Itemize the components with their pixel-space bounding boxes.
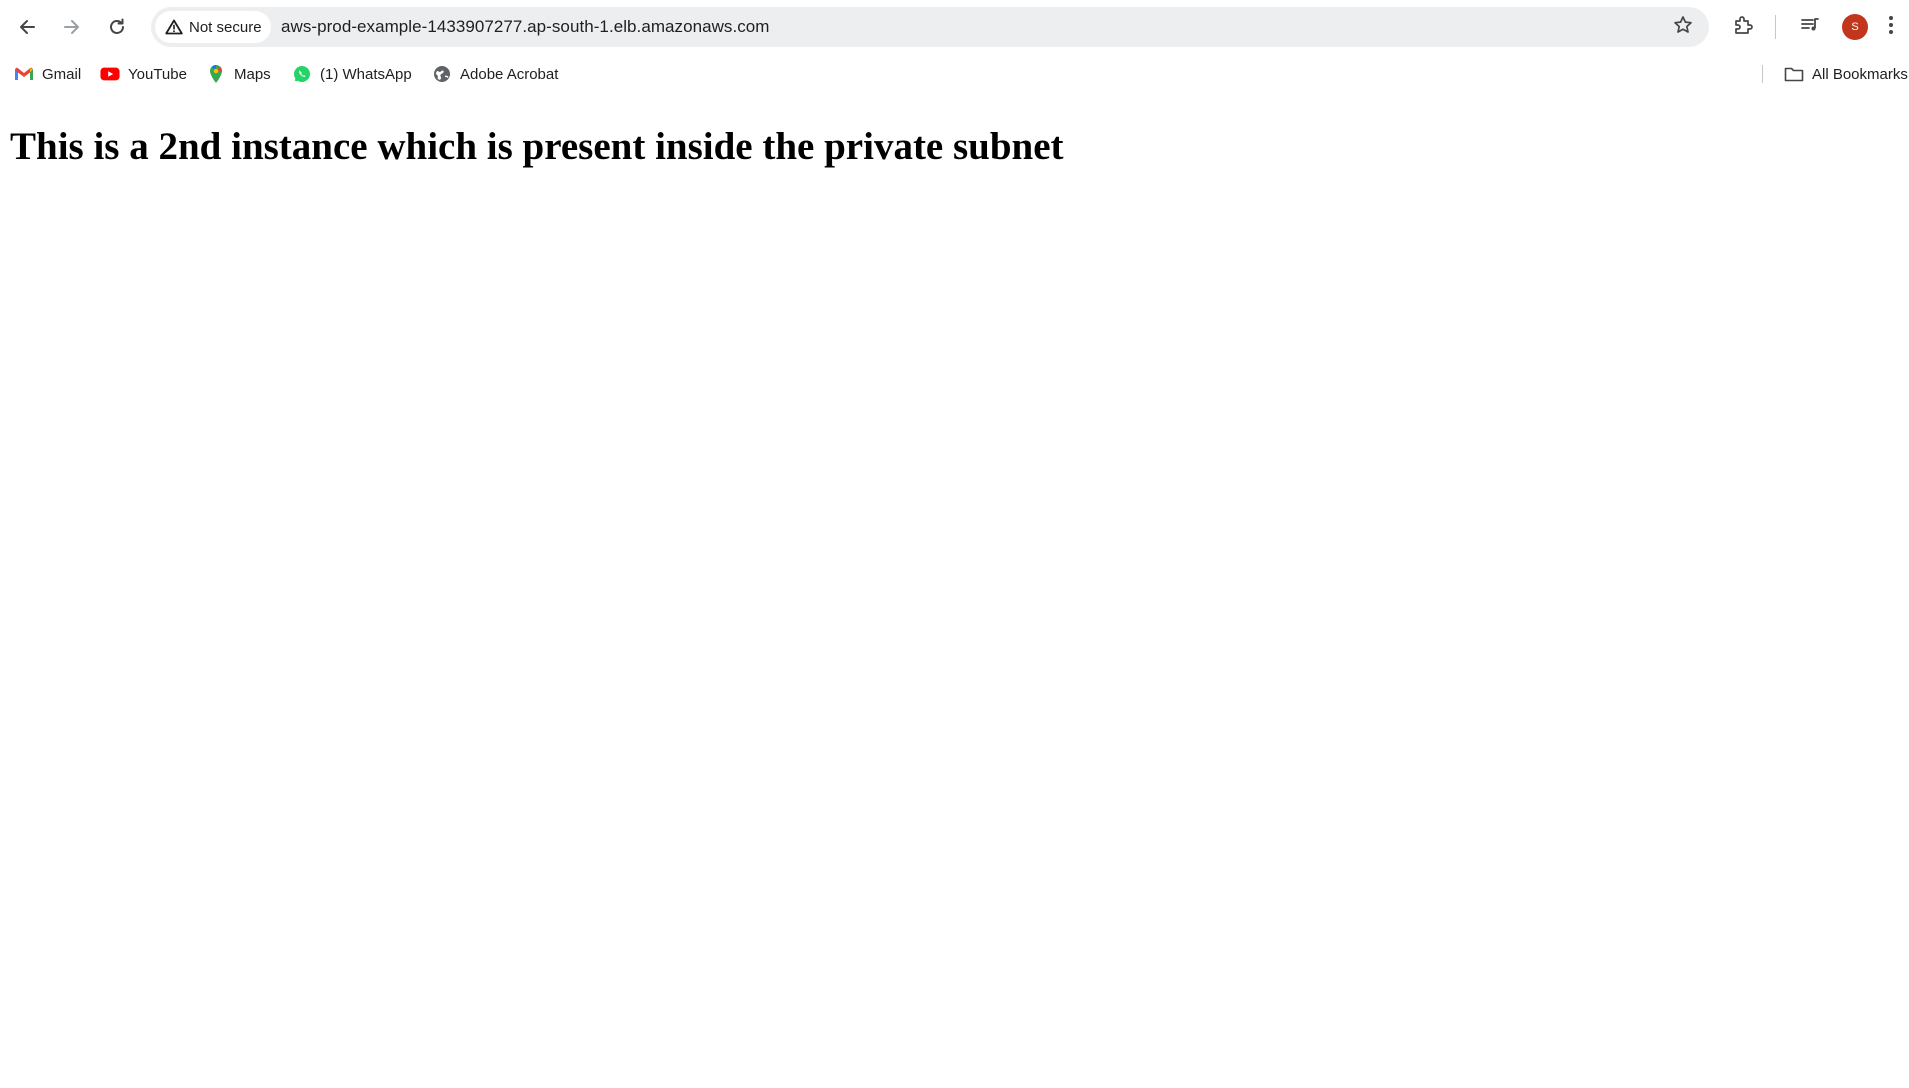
maps-icon	[206, 64, 226, 84]
extensions-button[interactable]	[1725, 9, 1761, 45]
bookmark-label: Adobe Acrobat	[460, 65, 559, 83]
bookmark-label: (1) WhatsApp	[320, 65, 412, 83]
arrow-right-icon	[62, 17, 82, 37]
bookmark-gmail[interactable]: Gmail	[14, 60, 81, 88]
bookmark-label: Gmail	[42, 65, 82, 83]
media-controls-button[interactable]	[1792, 9, 1828, 45]
youtube-icon	[100, 64, 120, 84]
arrow-left-icon	[17, 17, 37, 37]
bookmark-label: Maps	[234, 65, 271, 83]
address-bar[interactable]: Not secure aws-prod-example-1433907277.a…	[151, 7, 1709, 47]
browser-toolbar: Not secure aws-prod-example-1433907277.a…	[0, 0, 1909, 54]
whatsapp-icon	[292, 64, 312, 84]
puzzle-icon	[1732, 14, 1754, 41]
bookmarks-divider	[1762, 65, 1763, 83]
profile-avatar[interactable]: S	[1842, 14, 1868, 40]
bookmark-youtube[interactable]: YouTube	[100, 60, 187, 88]
star-icon	[1673, 15, 1693, 40]
menu-button[interactable]	[1873, 9, 1909, 45]
bookmark-maps[interactable]: Maps	[206, 60, 271, 88]
page-heading: This is a 2nd instance which is present …	[10, 125, 1064, 168]
bookmark-whatsapp[interactable]: (1) WhatsApp	[292, 60, 412, 88]
bookmarks-bar: Gmail YouTube Maps (1) WhatsApp Adobe Ac…	[0, 54, 1909, 94]
page-content: This is a 2nd instance which is present …	[0, 94, 1909, 1088]
gmail-icon	[14, 64, 34, 84]
toolbar-divider	[1775, 15, 1776, 39]
reload-icon	[107, 17, 127, 37]
url-text[interactable]: aws-prod-example-1433907277.ap-south-1.e…	[281, 7, 770, 47]
reload-button[interactable]	[99, 9, 135, 45]
security-indicator[interactable]: Not secure	[155, 11, 271, 43]
warning-icon	[165, 19, 183, 35]
all-bookmarks-label: All Bookmarks	[1812, 65, 1908, 83]
bookmark-adobe-acrobat[interactable]: Adobe Acrobat	[432, 60, 558, 88]
back-button[interactable]	[9, 9, 45, 45]
forward-button[interactable]	[54, 9, 90, 45]
bookmark-label: YouTube	[128, 65, 187, 83]
more-vert-icon	[1888, 15, 1894, 40]
globe-icon	[432, 64, 452, 84]
security-label: Not secure	[189, 18, 262, 36]
queue-music-icon	[1799, 14, 1821, 41]
bookmark-star-button[interactable]	[1667, 11, 1699, 43]
folder-icon	[1784, 64, 1804, 84]
all-bookmarks-button[interactable]: All Bookmarks	[1784, 60, 1908, 88]
